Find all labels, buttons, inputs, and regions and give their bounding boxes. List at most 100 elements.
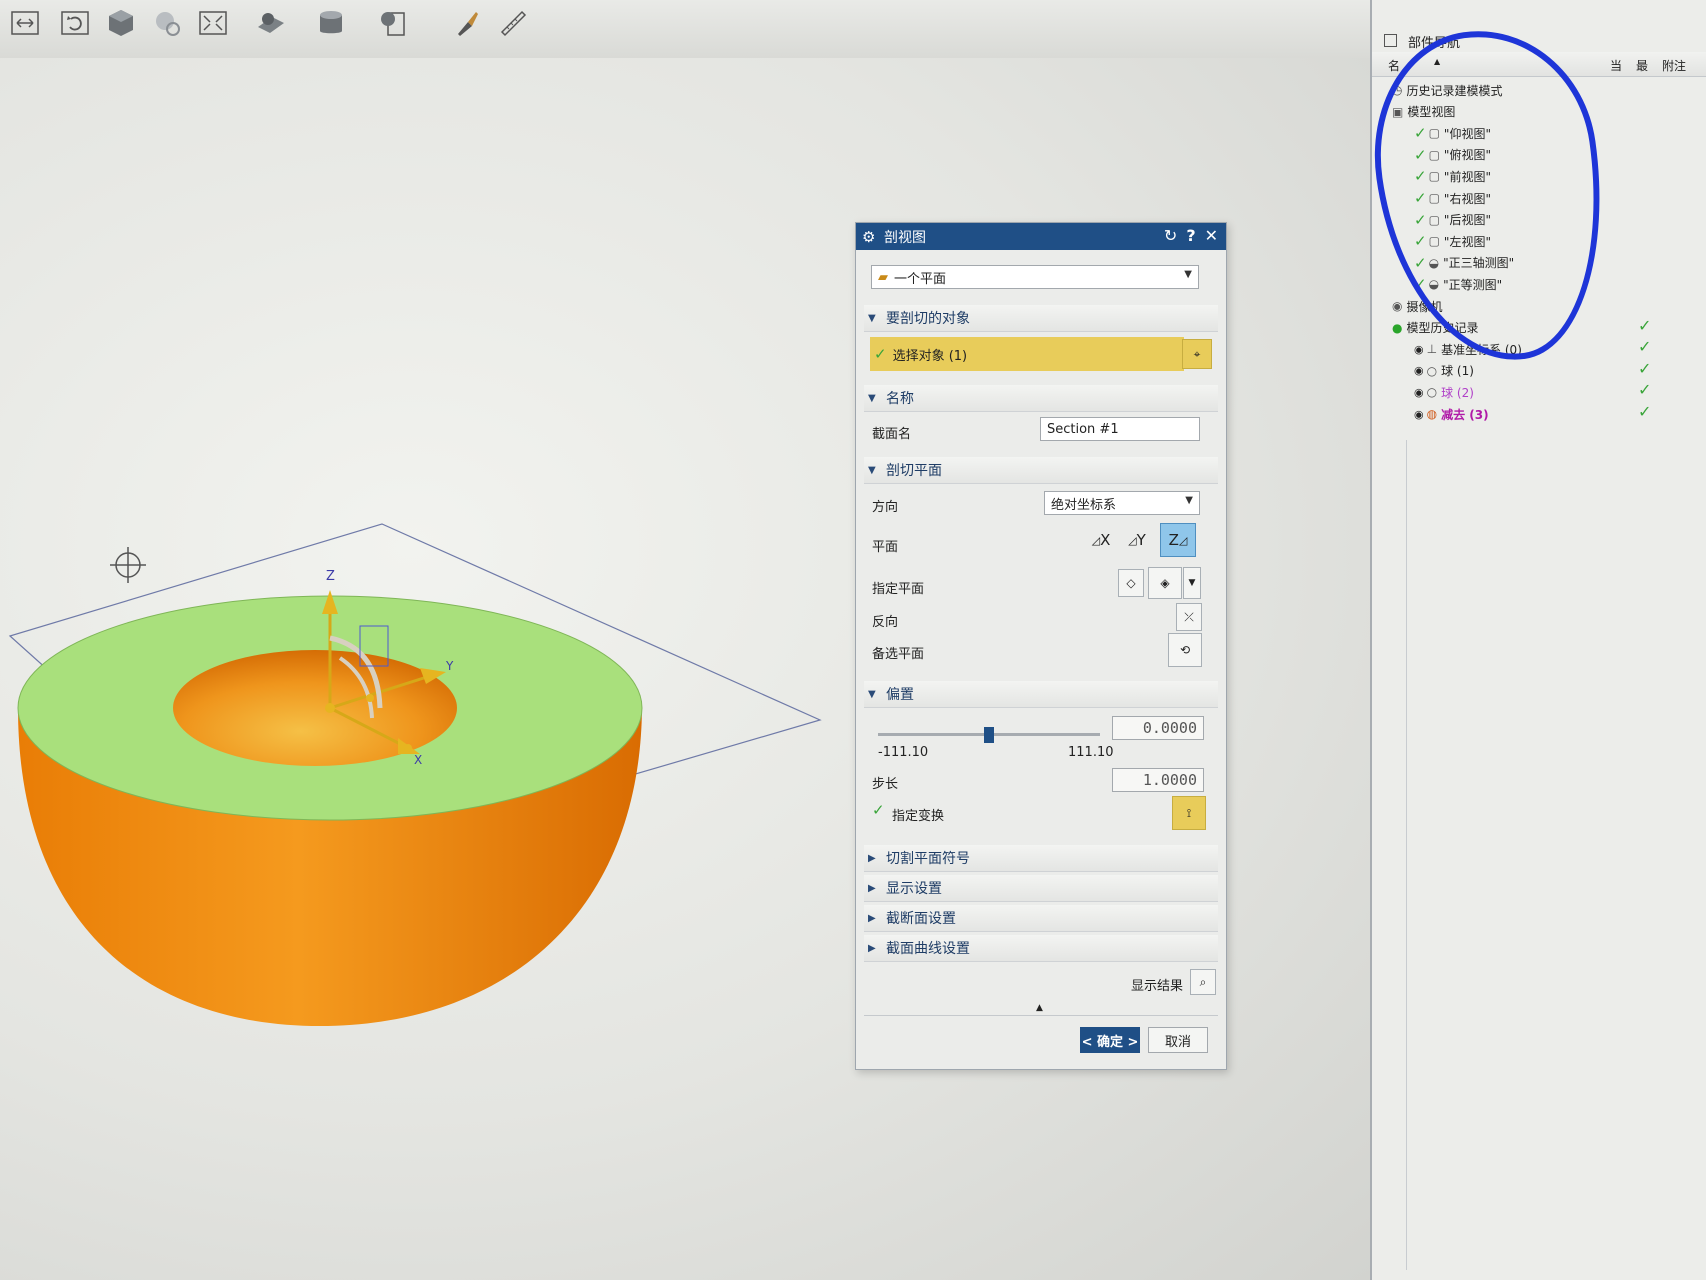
specify-transform-label: 指定变换 (892, 809, 945, 824)
plane-x-button[interactable]: ◿ X (1086, 525, 1116, 555)
svg-text:Y: Y (445, 659, 454, 673)
sort-ascending-icon: ▲ (1434, 57, 1441, 66)
collapse-more-icon[interactable]: ▲ (1036, 1003, 1043, 1013)
check-icon[interactable]: ✓ (1414, 211, 1427, 229)
history-clock-icon: ◷ (1392, 83, 1403, 97)
eye-icon[interactable]: ◉ (1414, 364, 1424, 377)
tree-item[interactable]: ✓ ▢ "俯视图" (1414, 145, 1491, 165)
select-object-row[interactable]: ✓ 选择对象 (1) (870, 337, 1184, 371)
tree-item[interactable]: ● 模型历史记录 (1392, 318, 1479, 338)
tree-item[interactable]: ✓ ▢ "前视图" (1414, 166, 1491, 186)
tree-item[interactable]: ✓ ▢ "左视图" (1414, 231, 1491, 251)
fit-view-icon[interactable] (194, 4, 232, 42)
datum-csys-icon: ⊥ (1426, 342, 1438, 357)
inner-cavity (173, 650, 457, 766)
chevron-down-icon: ▼ (1185, 495, 1193, 506)
tree-item[interactable]: ✓ ◒ "正等测图" (1414, 274, 1502, 294)
part-navigator: 部件导航 名 ▲ 当 最 附注 ◷ 历史记录建模模式 ▣ 模型视图 ✓ ▢ "仰视图" ✓ ▢ "… (1370, 0, 1706, 1280)
tree-item[interactable]: ◉ ◍ 减去 (3) (1414, 404, 1489, 424)
tree-item[interactable]: ✓ ▢ "仰视图" (1414, 123, 1491, 143)
inferred-plane-icon[interactable]: ◈ (1148, 567, 1182, 599)
tree-item[interactable]: ▣ 模型视图 (1392, 102, 1455, 122)
rotate-icon[interactable] (56, 4, 94, 42)
check-icon[interactable]: ✓ (1414, 275, 1427, 293)
offset-slider-thumb[interactable] (984, 727, 994, 743)
offset-value-field[interactable]: 0.0000 (1112, 716, 1204, 740)
check-icon: ✓ (874, 345, 887, 363)
tree-item-label: 减去 (3) (1441, 407, 1489, 422)
reset-icon[interactable]: ↻ (1164, 226, 1177, 245)
view-icon: ▢ (1428, 234, 1440, 249)
section-cross-header[interactable]: ▶ 截断面设置 (864, 905, 1218, 932)
tree-item[interactable]: ✓ ▢ "右视图" (1414, 188, 1491, 208)
collapse-triangle-icon: ▼ (868, 688, 876, 700)
section-name-field[interactable]: Section #1 (1040, 417, 1200, 441)
direction-select[interactable]: 绝对坐标系 ▼ (1044, 491, 1200, 515)
section-view-icon[interactable] (252, 4, 290, 42)
brush-icon[interactable] (448, 4, 486, 42)
eye-icon[interactable]: ◉ (1414, 408, 1424, 421)
tree-item[interactable]: ◷ 历史记录建模模式 (1392, 80, 1503, 100)
solid-cylinder-icon[interactable] (312, 4, 350, 42)
render-settings-icon[interactable] (148, 4, 186, 42)
tree-item[interactable]: ◉ ○ 球 (2) (1414, 382, 1474, 402)
collapse-triangle-icon: ▼ (868, 464, 876, 476)
shaded-cube-icon[interactable] (102, 4, 140, 42)
check-icon[interactable]: ✓ (1414, 146, 1427, 164)
ok-button[interactable]: < 确定 > (1080, 1027, 1140, 1053)
measure-icon[interactable] (494, 4, 532, 42)
section-symbol-header[interactable]: ▶ 切割平面符号 (864, 845, 1218, 872)
crosshair-select-icon[interactable]: ⌖ (1182, 339, 1212, 369)
step-value-field[interactable]: 1.0000 (1112, 768, 1204, 792)
check-icon[interactable]: ✓ (1414, 189, 1427, 207)
help-icon[interactable]: ? (1186, 226, 1195, 245)
cancel-button[interactable]: 取消 (1148, 1027, 1208, 1053)
section-curve-header[interactable]: ▶ 截面曲线设置 (864, 935, 1218, 962)
offset-slider[interactable] (878, 727, 1100, 743)
tree-item[interactable]: ✓ ◒ "正三轴测图" (1414, 253, 1514, 273)
eye-icon[interactable]: ◉ (1414, 386, 1424, 399)
layer-visibility-icon[interactable] (374, 4, 412, 42)
tree-item-label: 基准坐标系 (0) (1441, 342, 1522, 357)
navigator-title: 部件导航 (1408, 36, 1461, 51)
column-note[interactable]: 附注 (1662, 57, 1686, 74)
reverse-direction-icon[interactable]: ⤫ (1176, 603, 1202, 631)
tree-item-label: 球 (2) (1441, 385, 1474, 400)
up-to-date-check-icon: ✓ (1638, 315, 1652, 335)
column-latest[interactable]: 最 (1636, 57, 1648, 74)
section-type-select[interactable]: ▰ 一个平面 ▼ (871, 265, 1199, 289)
navigator-scroll-pane[interactable] (1406, 440, 1706, 1270)
csys-transform-icon[interactable]: ⟟ (1172, 796, 1206, 830)
check-icon[interactable]: ✓ (1414, 232, 1427, 250)
plane-z-button[interactable]: Z ◿ (1160, 523, 1196, 557)
tree-item[interactable]: ◉ 摄像机 (1392, 296, 1443, 316)
crosshair-cursor-icon (110, 547, 146, 583)
section-name-header[interactable]: ▼ 名称 (864, 385, 1218, 412)
gear-icon[interactable]: ⚙ (862, 228, 884, 246)
check-icon[interactable]: ✓ (1414, 167, 1427, 185)
check-icon[interactable]: ✓ (1414, 254, 1427, 272)
tree-item[interactable]: ◉ ⊥ 基准坐标系 (0) (1414, 339, 1522, 359)
chevron-down-icon[interactable]: ▼ (1183, 567, 1201, 599)
column-current[interactable]: 当 (1610, 57, 1622, 74)
tree-item-label: "后视图" (1443, 213, 1491, 228)
navigator-checkbox[interactable] (1384, 34, 1397, 47)
eye-icon[interactable]: ◉ (1414, 343, 1424, 356)
plane-y-button[interactable]: ◿ Y (1122, 525, 1152, 555)
check-icon[interactable]: ✓ (1414, 124, 1427, 142)
section-plane-header[interactable]: ▼ 剖切平面 (864, 457, 1218, 484)
section-objects-header[interactable]: ▼ 要剖切的对象 (864, 305, 1218, 332)
column-name[interactable]: 名 (1388, 57, 1400, 74)
cycle-plane-icon[interactable]: ⟲ (1168, 633, 1202, 667)
section-offset-header[interactable]: ▼ 偏置 (864, 681, 1218, 708)
tree-item[interactable]: ✓ ▢ "后视图" (1414, 210, 1491, 230)
tree-item-label: "右视图" (1443, 191, 1491, 206)
tree-item-label: "左视图" (1443, 234, 1491, 249)
dialog-title-bar[interactable]: ⚙ 剖视图 ↻ ? ✕ (856, 223, 1226, 250)
pan-icon[interactable] (6, 4, 44, 42)
close-icon[interactable]: ✕ (1205, 226, 1218, 245)
tree-item[interactable]: ◉ ○ 球 (1) (1414, 361, 1474, 381)
section-display-header[interactable]: ▶ 显示设置 (864, 875, 1218, 902)
show-result-magnifier-icon[interactable]: ⌕ (1190, 969, 1216, 995)
plane-dialog-icon[interactable]: ◇ (1118, 569, 1144, 597)
